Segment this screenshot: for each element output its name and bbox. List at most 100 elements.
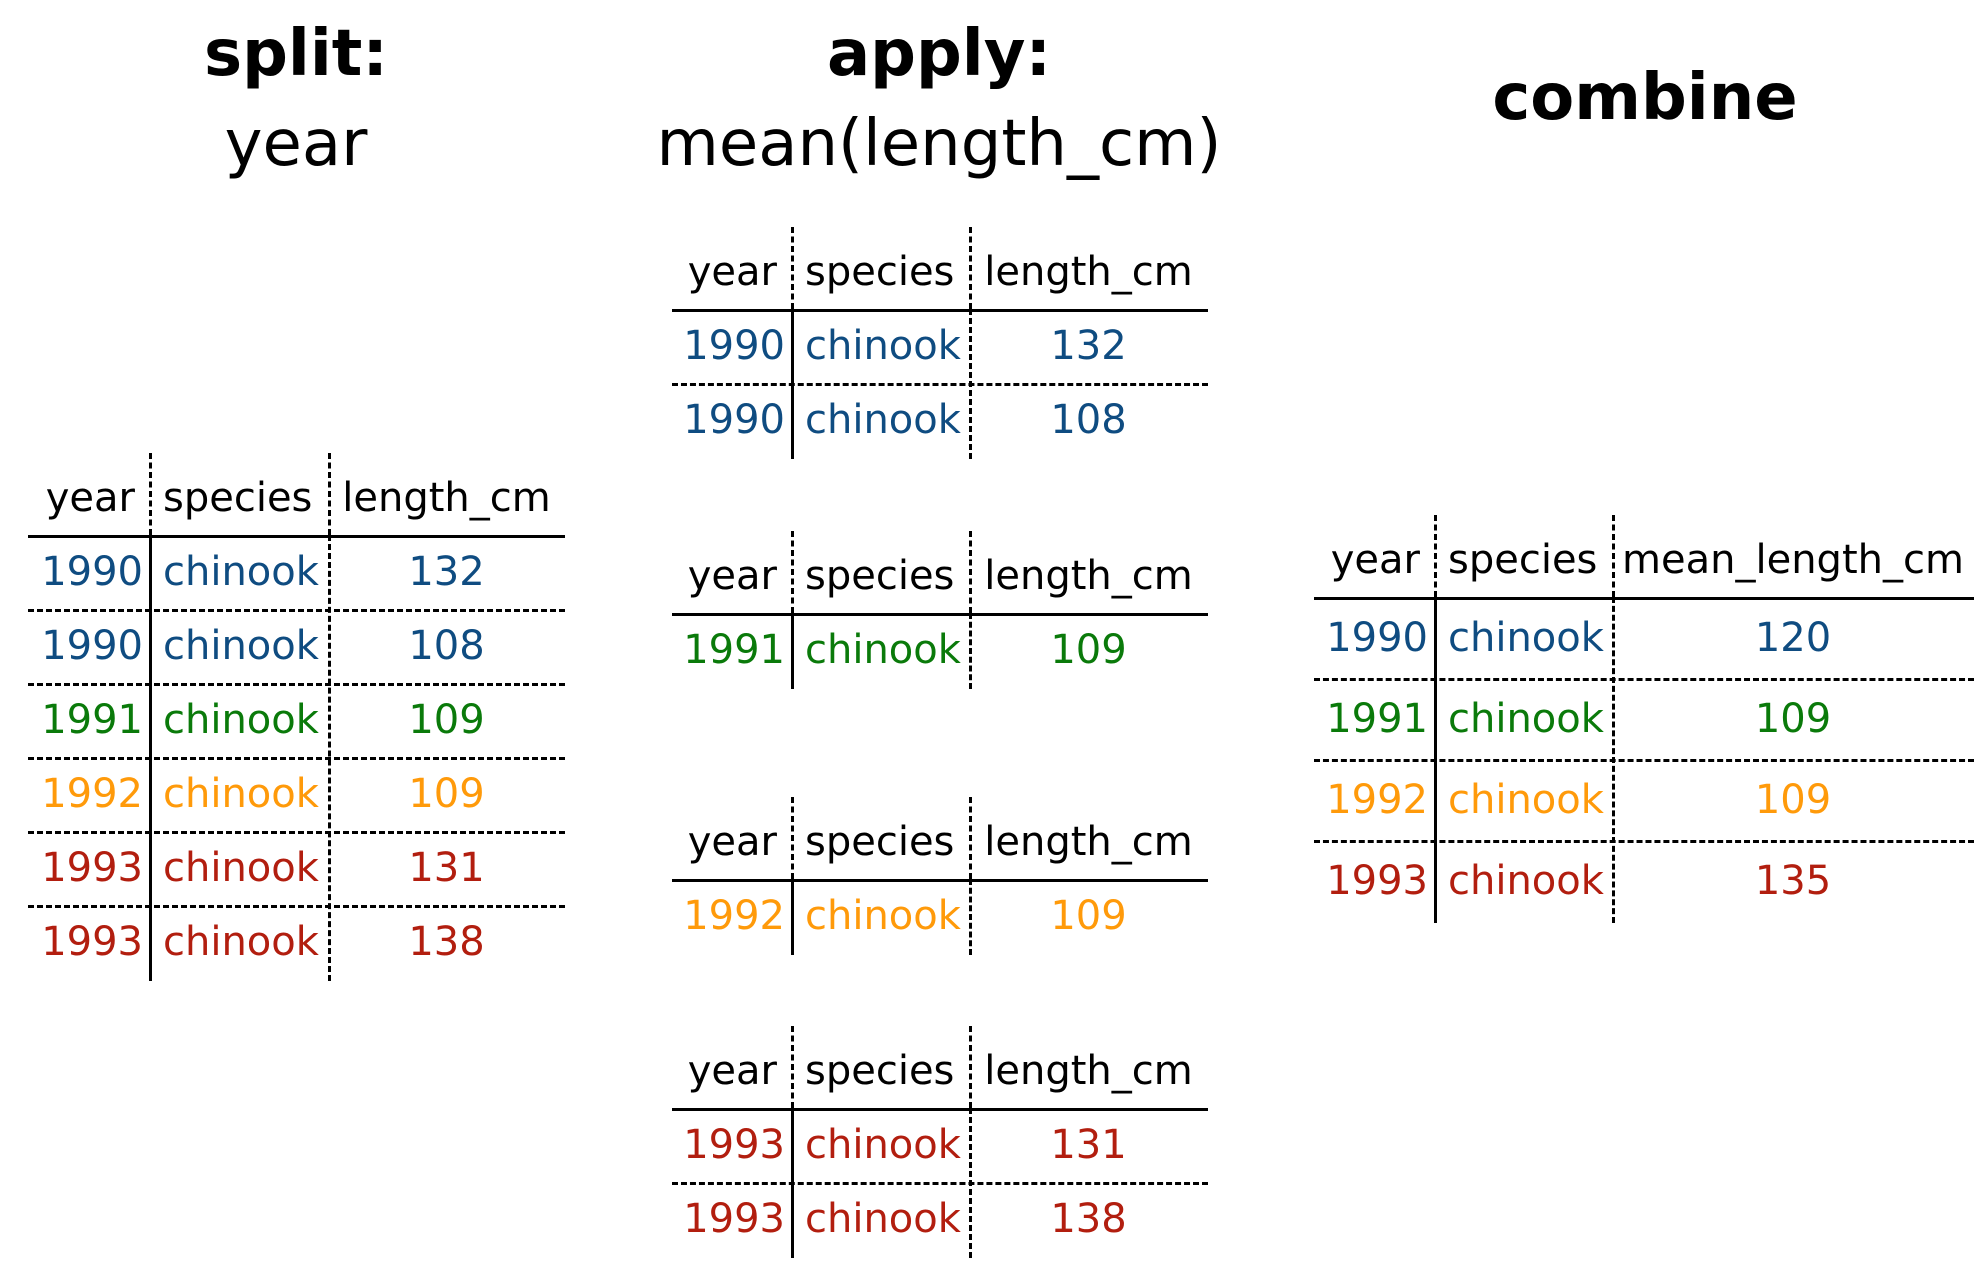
- header-year: year: [687, 819, 777, 865]
- year-cell: 1991: [683, 627, 785, 673]
- row-divider: [28, 609, 565, 612]
- table-row: 1992 chinook 109: [1314, 759, 1974, 840]
- header-species: species: [805, 249, 955, 295]
- table-row: 1990 chinook 120: [1314, 597, 1974, 678]
- year-cell: 1990: [41, 549, 143, 595]
- value-cell: 138: [1050, 1196, 1127, 1242]
- row-divider: [28, 757, 565, 760]
- header-species: species: [1448, 537, 1598, 583]
- row-divider: [672, 1182, 1208, 1185]
- value-cell: 131: [1050, 1122, 1127, 1168]
- table-row: 1991 chinook 109: [672, 613, 1208, 687]
- table-row: 1990 chinook 132: [28, 535, 565, 609]
- species-cell: chinook: [805, 1196, 961, 1242]
- apply-subtitle: mean(length_cm): [656, 107, 1222, 181]
- species-column-divider: [969, 879, 972, 955]
- species-cell: chinook: [163, 771, 319, 817]
- row-divider: [28, 831, 565, 834]
- value-cell: 132: [408, 549, 485, 595]
- value-cell: 120: [1754, 614, 1832, 661]
- value-cell: 109: [1754, 695, 1832, 742]
- value-cell: 108: [1050, 397, 1127, 443]
- header-year: year: [1330, 537, 1420, 583]
- species-column-divider: [969, 1108, 972, 1258]
- header-species: species: [163, 475, 313, 521]
- species-column-divider: [969, 613, 972, 689]
- header-divider: [791, 797, 794, 879]
- split-title: split:: [204, 17, 388, 91]
- year-cell: 1990: [41, 623, 143, 669]
- value-cell: 109: [408, 697, 485, 743]
- combine-title: combine: [1492, 61, 1798, 135]
- species-column-divider: [328, 535, 331, 981]
- year-column-divider: [791, 879, 794, 955]
- species-cell: chinook: [163, 919, 319, 965]
- table-row: 1990 chinook 108: [28, 609, 565, 683]
- value-cell: 132: [1050, 323, 1127, 369]
- year-cell: 1991: [41, 697, 143, 743]
- species-cell: chinook: [163, 845, 319, 891]
- year-column-divider: [791, 613, 794, 689]
- year-column-divider: [791, 309, 794, 459]
- year-column-divider: [1434, 597, 1437, 923]
- species-cell: chinook: [163, 697, 319, 743]
- species-cell: chinook: [805, 1122, 961, 1168]
- row-divider: [1314, 759, 1974, 762]
- year-cell: 1993: [1326, 857, 1428, 904]
- header-divider: [328, 453, 331, 535]
- year-column-divider: [149, 535, 152, 981]
- table-row: 1993 chinook 138: [28, 905, 565, 979]
- species-cell: chinook: [805, 893, 961, 939]
- species-cell: chinook: [1448, 614, 1604, 661]
- header-species: species: [805, 553, 955, 599]
- year-cell: 1990: [683, 397, 785, 443]
- header-year: year: [687, 1048, 777, 1094]
- apply-title: apply:: [826, 17, 1052, 91]
- species-column-divider: [969, 309, 972, 459]
- table-row: 1991 chinook 109: [1314, 678, 1974, 759]
- species-cell: chinook: [1448, 776, 1604, 823]
- table-row: 1993 chinook 135: [1314, 840, 1974, 921]
- header-divider: [791, 227, 794, 309]
- header-length-cm: length_cm: [342, 475, 551, 521]
- row-divider: [28, 905, 565, 908]
- species-cell: chinook: [805, 397, 961, 443]
- table-row: 1991 chinook 109: [28, 683, 565, 757]
- table-row: 1993 chinook 138: [672, 1182, 1208, 1256]
- header-divider: [1434, 515, 1437, 597]
- year-cell: 1990: [683, 323, 785, 369]
- value-cell: 109: [1050, 893, 1127, 939]
- value-cell: 109: [1050, 627, 1127, 673]
- table-row: 1990 chinook 132: [672, 309, 1208, 383]
- table-row: 1992 chinook 109: [672, 879, 1208, 953]
- year-cell: 1993: [41, 845, 143, 891]
- header-year: year: [687, 249, 777, 295]
- row-divider: [672, 383, 1208, 386]
- year-cell: 1991: [1326, 695, 1428, 742]
- species-cell: chinook: [1448, 695, 1604, 742]
- row-divider: [28, 683, 565, 686]
- species-cell: chinook: [163, 623, 319, 669]
- year-cell: 1993: [41, 919, 143, 965]
- table-row: 1993 chinook 131: [672, 1108, 1208, 1182]
- header-divider: [969, 1026, 972, 1108]
- header-divider: [791, 531, 794, 613]
- value-cell: 108: [408, 623, 485, 669]
- row-divider: [1314, 840, 1974, 843]
- year-cell: 1993: [683, 1196, 785, 1242]
- header-mean-length-cm: mean_length_cm: [1622, 537, 1964, 583]
- value-cell: 109: [1754, 776, 1832, 823]
- header-species: species: [805, 819, 955, 865]
- species-cell: chinook: [805, 323, 961, 369]
- split-subtitle: year: [224, 107, 368, 181]
- year-cell: 1993: [683, 1122, 785, 1168]
- value-cell: 138: [408, 919, 485, 965]
- row-divider: [1314, 678, 1974, 681]
- header-length-cm: length_cm: [984, 249, 1193, 295]
- header-length-cm: length_cm: [984, 1048, 1193, 1094]
- header-divider: [1612, 515, 1615, 597]
- header-species: species: [805, 1048, 955, 1094]
- table-row: 1990 chinook 108: [672, 383, 1208, 457]
- header-divider: [969, 227, 972, 309]
- year-cell: 1990: [1326, 614, 1428, 661]
